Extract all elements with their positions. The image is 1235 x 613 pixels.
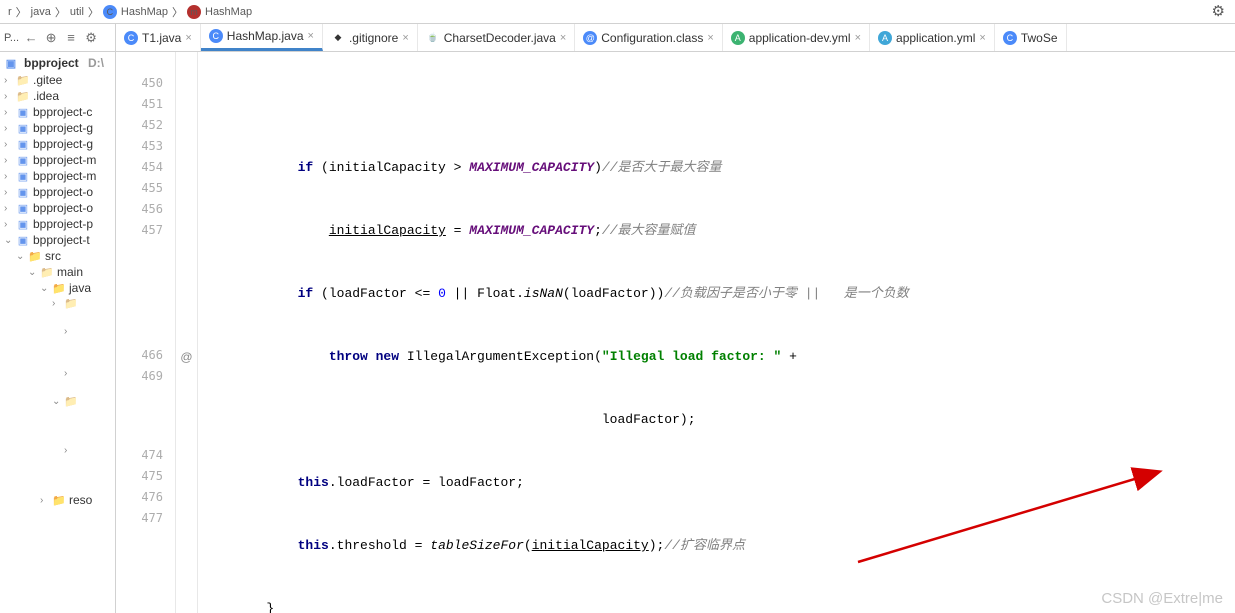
class-icon: C — [103, 5, 117, 19]
at-icon[interactable]: @ — [176, 346, 197, 367]
chevron-right-icon: 〉 — [172, 4, 183, 20]
arrow-left-icon[interactable]: ← — [23, 30, 39, 46]
toolbar: P... ← ⊕ ≡ ⚙ C T1.java × C HashMap.java × ◆.… — [0, 24, 1235, 52]
code-line: } — [198, 598, 1235, 613]
tab-label: T1.java — [142, 31, 181, 45]
chevron-right-icon: 〉 — [55, 4, 66, 20]
project-label: P... — [4, 32, 19, 44]
project-tree[interactable]: bpproject D:\ ›.gitee ›.idea ›bpproject-… — [0, 52, 116, 613]
tree-item[interactable]: ›bpproject-m — [0, 152, 115, 168]
collapse-icon[interactable]: ≡ — [63, 30, 79, 46]
java-icon: 🍵 — [426, 31, 440, 45]
java-icon: C — [1003, 31, 1017, 45]
project-root[interactable]: bpproject D:\ — [0, 54, 115, 72]
tab-label: CharsetDecoder.java — [444, 31, 556, 45]
close-icon[interactable]: × — [560, 32, 566, 44]
gear-icon[interactable]: ⚙ — [1212, 2, 1225, 20]
tree-item[interactable]: ›bpproject-p — [0, 216, 115, 232]
tab-t1[interactable]: C T1.java × — [116, 24, 201, 51]
code-line: this.threshold = tableSizeFor(initialCap… — [198, 535, 1235, 556]
chevron-right-icon: 〉 — [16, 4, 27, 20]
tree-item[interactable]: ›bpproject-m — [0, 168, 115, 184]
tree-item[interactable]: ⌄ — [0, 394, 115, 408]
tree-item[interactable]: ›reso — [0, 492, 115, 508]
tab-config[interactable]: @ Configuration.class × — [575, 24, 723, 51]
breadcrumb: r 〉 java 〉 util 〉 C HashMap 〉 m HashMap … — [0, 0, 1235, 24]
java-icon: C — [124, 31, 138, 45]
tree-item[interactable]: ›bpproject-o — [0, 200, 115, 216]
tree-item[interactable]: › — [0, 296, 115, 310]
project-toolbar: P... ← ⊕ ≡ ⚙ — [0, 24, 116, 51]
code-line: if (loadFactor <= 0 || Float.isNaN(loadF… — [198, 283, 1235, 304]
crumb-root[interactable]: r — [8, 6, 12, 18]
tree-item[interactable]: ⌄main — [0, 264, 115, 280]
gutter-icons: @ — [176, 52, 198, 613]
tree-item[interactable]: › — [0, 352, 115, 394]
code-line: this.loadFactor = loadFactor; — [198, 472, 1235, 493]
crumb-util[interactable]: util — [70, 6, 84, 18]
tab-label: HashMap.java — [227, 29, 304, 43]
crumb-class[interactable]: HashMap — [121, 6, 168, 18]
yml-icon: A — [878, 31, 892, 45]
code-line: throw new IllegalArgumentException("Ille… — [198, 346, 1235, 367]
method-icon: m — [187, 5, 201, 19]
code-editor[interactable]: if (initialCapacity > MAXIMUM_CAPACITY)/… — [198, 52, 1235, 613]
crumb-method[interactable]: HashMap — [205, 6, 252, 18]
git-icon: ◆ — [331, 31, 345, 45]
crumb-java[interactable]: java — [31, 6, 51, 18]
line-gutter: 450 451 452 453 454 455 456 457 466 469 … — [116, 52, 176, 613]
tab-label: Configuration.class — [601, 31, 703, 45]
close-icon[interactable]: × — [979, 32, 985, 44]
tab-label: application.yml — [896, 31, 975, 45]
close-icon[interactable]: × — [855, 32, 861, 44]
tab-charset[interactable]: 🍵 CharsetDecoder.java × — [418, 24, 576, 51]
tree-item[interactable]: ›.gitee — [0, 72, 115, 88]
code-line: if (initialCapacity > MAXIMUM_CAPACITY)/… — [198, 157, 1235, 178]
close-icon[interactable]: × — [402, 32, 408, 44]
tab-label: application-dev.yml — [749, 31, 851, 45]
code-line: initialCapacity = MAXIMUM_CAPACITY;//最大容… — [198, 220, 1235, 241]
tree-item[interactable]: ⌄java — [0, 280, 115, 296]
tab-twose[interactable]: C TwoSe — [995, 24, 1067, 51]
main-area: bpproject D:\ ›.gitee ›.idea ›bpproject-… — [0, 52, 1235, 613]
tab-hashmap[interactable]: C HashMap.java × — [201, 24, 323, 51]
close-icon[interactable]: × — [185, 32, 191, 44]
tab-appdev[interactable]: Aapplication-dev.yml × — [723, 24, 870, 51]
tab-gitignore[interactable]: ◆ .gitignore × — [323, 24, 418, 51]
tree-item[interactable]: ›bpproject-g — [0, 136, 115, 152]
gear-icon[interactable]: ⚙ — [83, 30, 99, 46]
close-icon[interactable]: × — [707, 32, 713, 44]
code-line: loadFactor); — [198, 409, 1235, 430]
tab-app[interactable]: Aapplication.yml × — [870, 24, 995, 51]
tree-item[interactable]: ⌄bpproject-t — [0, 232, 115, 248]
tree-item[interactable]: ›bpproject-c — [0, 104, 115, 120]
tab-label: .gitignore — [349, 31, 398, 45]
target-icon[interactable]: ⊕ — [43, 30, 59, 46]
tree-item[interactable]: ⌄src — [0, 248, 115, 264]
watermark: CSDN @Extre|me — [1101, 590, 1223, 607]
tree-item[interactable]: › — [0, 408, 115, 492]
tab-label: TwoSe — [1021, 31, 1058, 45]
class-icon: @ — [583, 31, 597, 45]
tree-item[interactable]: › — [0, 310, 115, 352]
yml-icon: A — [731, 31, 745, 45]
java-icon: C — [209, 29, 223, 43]
editor-tabs: C T1.java × C HashMap.java × ◆ .gitignore × 🍵 C… — [116, 24, 1235, 51]
tree-item[interactable]: ›.idea — [0, 88, 115, 104]
close-icon[interactable]: × — [308, 30, 314, 42]
chevron-right-icon: 〉 — [88, 4, 99, 20]
tree-item[interactable]: ›bpproject-g — [0, 120, 115, 136]
tree-item[interactable]: ›bpproject-o — [0, 184, 115, 200]
